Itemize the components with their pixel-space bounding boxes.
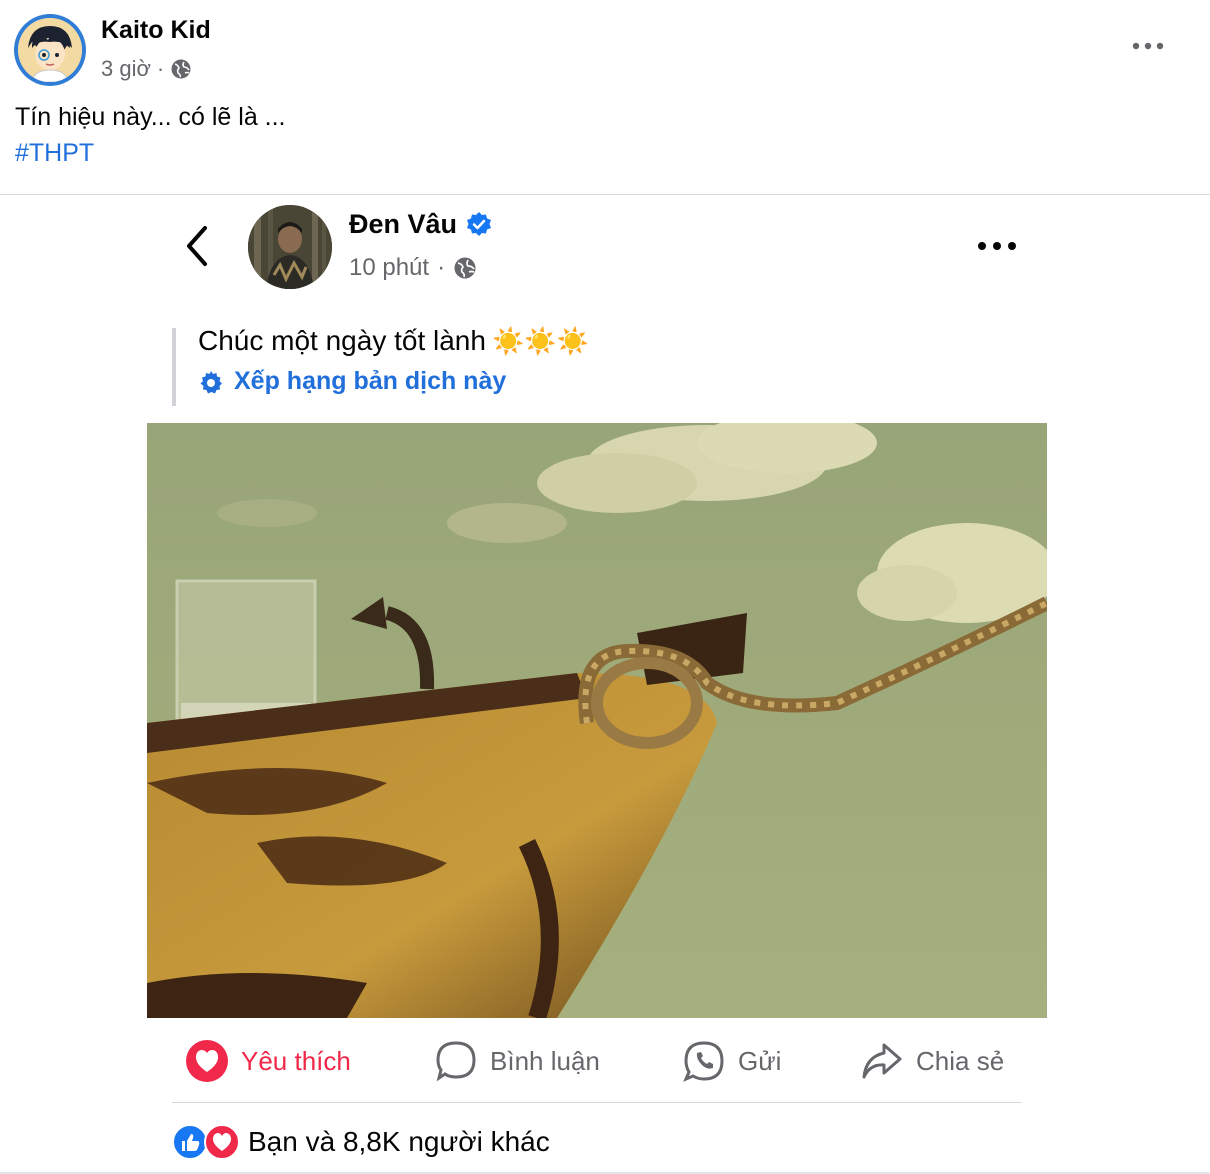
share-label: Chia sẻ — [916, 1045, 1005, 1076]
whatsapp-icon — [683, 1041, 724, 1082]
shared-post-meta: 10 phút · — [349, 254, 477, 282]
divider — [172, 1102, 1022, 1103]
rate-translation-label: Xếp hạng bản dịch này — [234, 367, 507, 395]
heart-icon — [186, 1040, 228, 1082]
separator-dot: · — [437, 254, 446, 281]
avatar-illustration — [18, 18, 82, 82]
avatar-photo — [248, 205, 332, 289]
translation-quote-bar — [172, 328, 176, 406]
reactions-count: Bạn và 8,8K người khác — [248, 1126, 550, 1157]
sun-emoji: ☀️☀️☀️ — [491, 325, 590, 356]
rate-translation-link[interactable]: Xếp hạng bản dịch này — [198, 367, 506, 396]
share-arrow-icon — [862, 1043, 902, 1079]
post-meta: 3 giờ · — [101, 56, 192, 82]
post-text: Tín hiệu này... có lẽ là ... — [15, 103, 286, 131]
globe-icon[interactable] — [170, 58, 192, 80]
love-reaction-icon — [204, 1124, 240, 1160]
comment-label: Bình luận — [490, 1045, 600, 1076]
globe-icon[interactable] — [453, 256, 477, 280]
translated-message: Chúc một ngày tốt lành — [198, 325, 486, 356]
shared-post-time[interactable]: 10 phút — [349, 254, 429, 282]
send-button[interactable]: Gửi — [682, 1035, 781, 1087]
shared-author-avatar[interactable] — [248, 205, 332, 289]
separator-dot: · — [156, 56, 165, 81]
verified-badge-icon — [467, 211, 492, 236]
translated-text: Chúc một ngày tốt lành ☀️☀️☀️ — [198, 325, 589, 357]
author-name[interactable]: Kaito Kid — [101, 16, 211, 45]
boat-photo — [147, 423, 1047, 1018]
like-label: Yêu thích — [241, 1045, 351, 1076]
like-reaction-icon — [172, 1124, 208, 1160]
shared-more-options-icon[interactable] — [976, 236, 1018, 256]
back-arrow-icon[interactable] — [180, 224, 214, 268]
gear-icon — [200, 370, 222, 393]
divider — [0, 194, 1210, 195]
send-label: Gửi — [738, 1045, 782, 1076]
like-button[interactable]: Yêu thích — [185, 1035, 351, 1087]
share-button[interactable]: Chia sẻ — [860, 1035, 1004, 1087]
hashtag-link[interactable]: #THPT — [15, 139, 94, 168]
post-time[interactable]: 3 giờ — [101, 56, 151, 82]
post-photo[interactable] — [147, 423, 1047, 1018]
reactions-summary[interactable]: Bạn và 8,8K người khác — [172, 1124, 550, 1160]
shared-author-name[interactable]: Đen Vâu — [349, 209, 457, 240]
author-avatar[interactable] — [14, 14, 86, 86]
comment-icon — [436, 1041, 476, 1082]
reaction-icons — [172, 1124, 240, 1160]
shared-author: Đen Vâu — [349, 209, 493, 240]
more-options-icon[interactable] — [1130, 36, 1166, 56]
comment-button[interactable]: Bình luận — [434, 1035, 600, 1087]
